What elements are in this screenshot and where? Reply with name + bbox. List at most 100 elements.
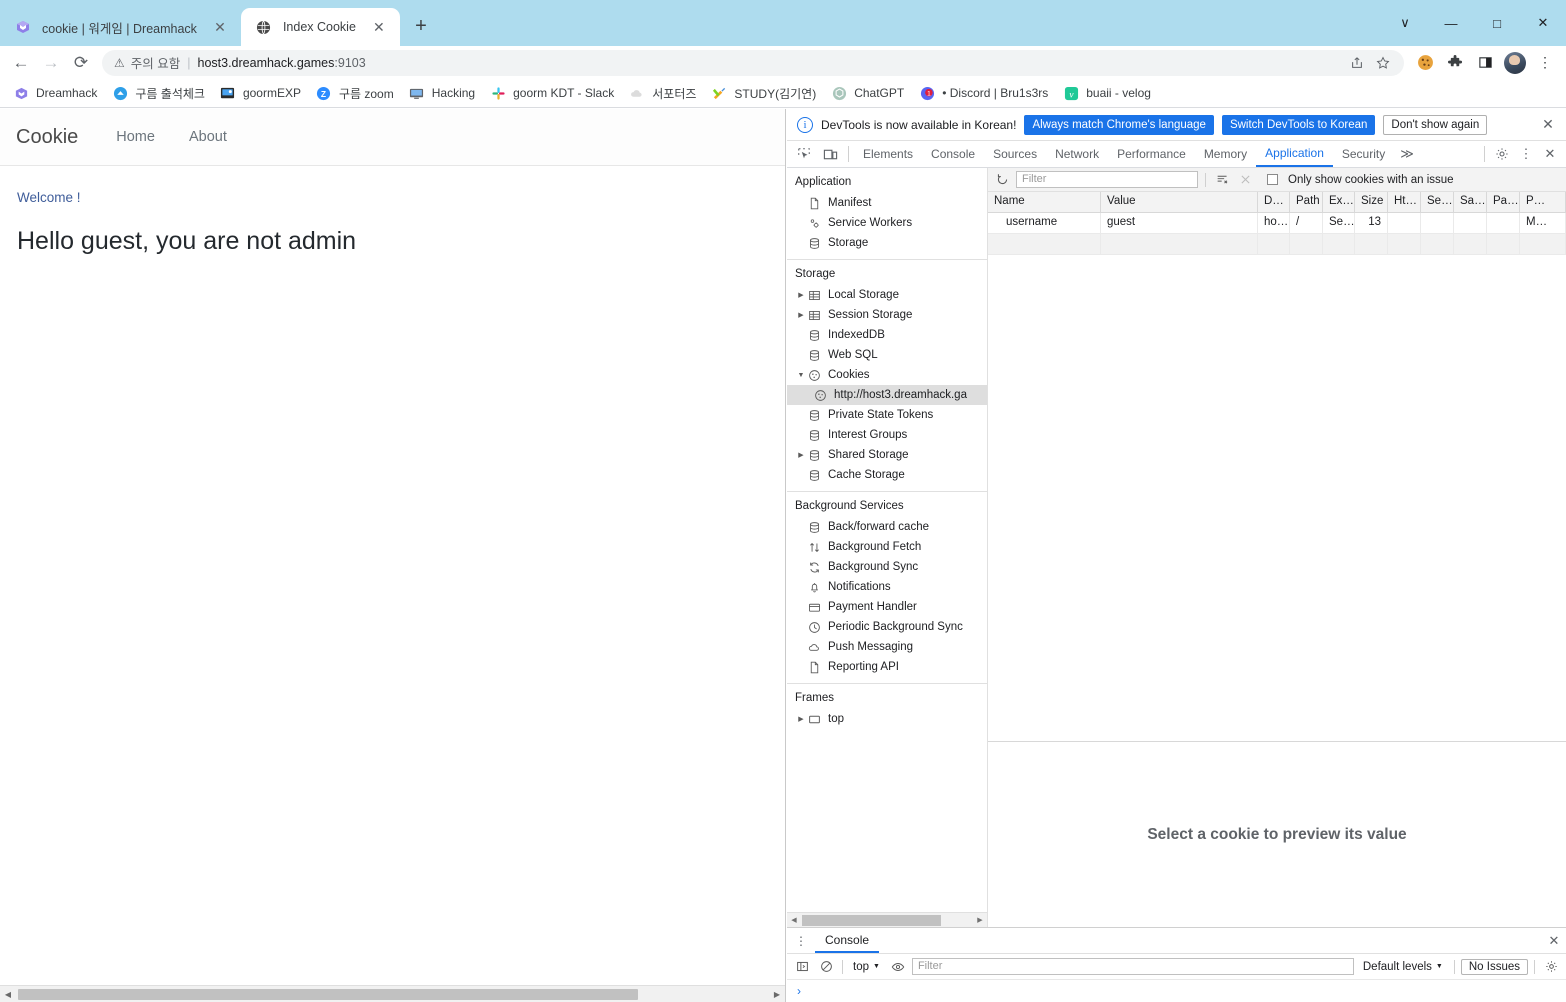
- sidebar-item-push-messaging[interactable]: Push Messaging: [787, 637, 987, 657]
- sidebar-item-back-forward-cache[interactable]: Back/forward cache: [787, 517, 987, 537]
- browser-tab-1[interactable]: Index Cookie ✕: [240, 8, 400, 46]
- sidebar-item-web-sql[interactable]: Web SQL: [787, 345, 987, 365]
- column-header-samesite[interactable]: Sa…: [1454, 192, 1487, 212]
- column-header-name[interactable]: Name: [988, 192, 1101, 212]
- clear-filtered-cookies-icon[interactable]: [1213, 171, 1231, 189]
- console-context-selector[interactable]: top ▼: [849, 961, 884, 973]
- tab-memory[interactable]: Memory: [1195, 141, 1256, 167]
- sidebar-item-frame-top[interactable]: ▶ top: [787, 709, 987, 729]
- dont-show-again-button[interactable]: Don't show again: [1383, 114, 1488, 135]
- twisty-expanded-icon[interactable]: ▼: [795, 372, 807, 379]
- column-header-domain[interactable]: D…: [1258, 192, 1290, 212]
- scroll-left-arrow-icon[interactable]: ◀: [787, 916, 801, 924]
- nav-link-home[interactable]: Home: [116, 129, 155, 145]
- tab-console[interactable]: Console: [922, 141, 984, 167]
- issues-button[interactable]: No Issues: [1460, 958, 1528, 975]
- tab-security[interactable]: Security: [1333, 141, 1394, 167]
- scroll-track[interactable]: [16, 988, 769, 1001]
- column-header-priority[interactable]: P…: [1520, 192, 1566, 212]
- scroll-thumb[interactable]: [18, 988, 638, 1000]
- console-filter-input[interactable]: Filter: [911, 958, 1354, 975]
- star-icon[interactable]: [1370, 50, 1396, 76]
- column-header-httponly[interactable]: Ht…: [1388, 192, 1421, 212]
- forward-button[interactable]: →: [36, 48, 66, 78]
- scroll-right-arrow-icon[interactable]: ▶: [973, 916, 987, 924]
- extensions-puzzle-icon[interactable]: [1440, 48, 1470, 78]
- drawer-tab-console[interactable]: Console: [815, 928, 880, 953]
- sidebar-item-private-state-tokens[interactable]: Private State Tokens: [787, 405, 987, 425]
- scroll-thumb[interactable]: [802, 914, 941, 926]
- scroll-track[interactable]: [801, 914, 973, 926]
- site-brand[interactable]: Cookie: [16, 126, 78, 149]
- only-show-issues-checkbox[interactable]: [1267, 174, 1278, 185]
- sidebar-item-manifest[interactable]: Manifest: [787, 193, 987, 213]
- column-header-path[interactable]: Path: [1290, 192, 1323, 212]
- maximize-button[interactable]: □: [1474, 0, 1520, 46]
- tab-elements[interactable]: Elements: [854, 141, 922, 167]
- sidebar-item-cookie-origin[interactable]: http://host3.dreamhack.ga: [787, 385, 987, 405]
- sidebar-item-storage[interactable]: Storage: [787, 233, 987, 253]
- tab-sources[interactable]: Sources: [984, 141, 1046, 167]
- refresh-icon[interactable]: [993, 171, 1011, 189]
- bookmark-item[interactable]: 1 • Discord | Bru1s3rs: [912, 81, 1055, 105]
- switch-devtools-language-button[interactable]: Switch DevTools to Korean: [1221, 114, 1376, 135]
- bookmark-item[interactable]: Dreamhack: [6, 81, 104, 105]
- sidebar-item-interest-groups[interactable]: Interest Groups: [787, 425, 987, 445]
- twisty-collapsed-icon[interactable]: ▶: [795, 715, 807, 723]
- bookmark-item[interactable]: Z 구름 zoom: [309, 81, 401, 105]
- sidebar-item-shared-storage[interactable]: ▶ Shared Storage: [787, 445, 987, 465]
- sidebar-item-payment-handler[interactable]: Payment Handler: [787, 597, 987, 617]
- always-match-language-button[interactable]: Always match Chrome's language: [1024, 114, 1214, 135]
- bookmark-item[interactable]: ChatGPT: [824, 81, 911, 105]
- sidebar-item-background-sync[interactable]: Background Sync: [787, 557, 987, 577]
- console-sidebar-icon[interactable]: [792, 957, 812, 977]
- column-header-secure[interactable]: Se…: [1421, 192, 1454, 212]
- sidebar-item-cache-storage[interactable]: Cache Storage: [787, 465, 987, 485]
- sidebar-item-session-storage[interactable]: ▶ Session Storage: [787, 305, 987, 325]
- bookmark-item[interactable]: goormEXP: [213, 81, 308, 105]
- bookmark-item[interactable]: STUDY(김기연): [704, 81, 823, 105]
- live-expression-icon[interactable]: [888, 957, 908, 977]
- scroll-left-arrow-icon[interactable]: ◀: [0, 990, 16, 999]
- chrome-menu-icon[interactable]: ⋮: [1530, 48, 1560, 78]
- tab-close-button[interactable]: ✕: [368, 16, 390, 38]
- banner-close-icon[interactable]: ✕: [1538, 116, 1558, 133]
- twisty-collapsed-icon[interactable]: ▶: [795, 451, 807, 459]
- side-panel-icon[interactable]: [1470, 48, 1500, 78]
- devtools-close-icon[interactable]: ✕: [1538, 142, 1562, 166]
- avatar[interactable]: [1504, 51, 1526, 74]
- bookmark-item[interactable]: Hacking: [402, 81, 482, 105]
- drawer-kebab-icon[interactable]: ⋮: [791, 934, 811, 948]
- table-row[interactable]: username guest ho… / Se… 13 M…: [988, 213, 1566, 234]
- gear-icon[interactable]: [1541, 957, 1561, 977]
- back-button[interactable]: ←: [6, 48, 36, 78]
- twisty-collapsed-icon[interactable]: ▶: [795, 311, 807, 319]
- bookmark-item[interactable]: goorm KDT - Slack: [483, 81, 621, 105]
- column-header-partitionkey[interactable]: Pa…: [1487, 192, 1520, 212]
- browser-tab-0[interactable]: cookie | 워게임 | Dreamhack ✕: [0, 8, 241, 46]
- bookmark-item[interactable]: v buaii - velog: [1056, 81, 1158, 105]
- sidebar-item-reporting-api[interactable]: Reporting API: [787, 657, 987, 677]
- gear-icon[interactable]: [1490, 142, 1514, 166]
- clear-all-cookies-icon[interactable]: [1236, 171, 1254, 189]
- bookmark-item[interactable]: 구름 출석체크: [105, 81, 212, 105]
- sidebar-item-cookies[interactable]: ▼ Cookies: [787, 365, 987, 385]
- column-header-expires[interactable]: Ex…: [1323, 192, 1355, 212]
- bookmark-item[interactable]: 서포터즈: [622, 81, 703, 105]
- column-header-value[interactable]: Value: [1101, 192, 1258, 212]
- new-tab-button[interactable]: +: [406, 11, 436, 41]
- sidebar-item-indexeddb[interactable]: IndexedDB: [787, 325, 987, 345]
- share-icon[interactable]: [1344, 50, 1370, 76]
- sidebar-item-background-fetch[interactable]: Background Fetch: [787, 537, 987, 557]
- device-toolbar-icon[interactable]: [817, 142, 843, 166]
- tab-close-button[interactable]: ✕: [209, 16, 231, 38]
- sidebar-item-periodic-background-sync[interactable]: Periodic Background Sync: [787, 617, 987, 637]
- twisty-collapsed-icon[interactable]: ▶: [795, 291, 807, 299]
- cookie-editor-extension-icon[interactable]: [1410, 48, 1440, 78]
- scroll-right-arrow-icon[interactable]: ▶: [769, 990, 785, 999]
- more-tabs-icon[interactable]: ≫: [1394, 146, 1420, 162]
- sidebar-item-local-storage[interactable]: ▶ Local Storage: [787, 285, 987, 305]
- minimize-button[interactable]: —: [1428, 0, 1474, 46]
- column-header-size[interactable]: Size: [1355, 192, 1388, 212]
- clear-console-icon[interactable]: [816, 957, 836, 977]
